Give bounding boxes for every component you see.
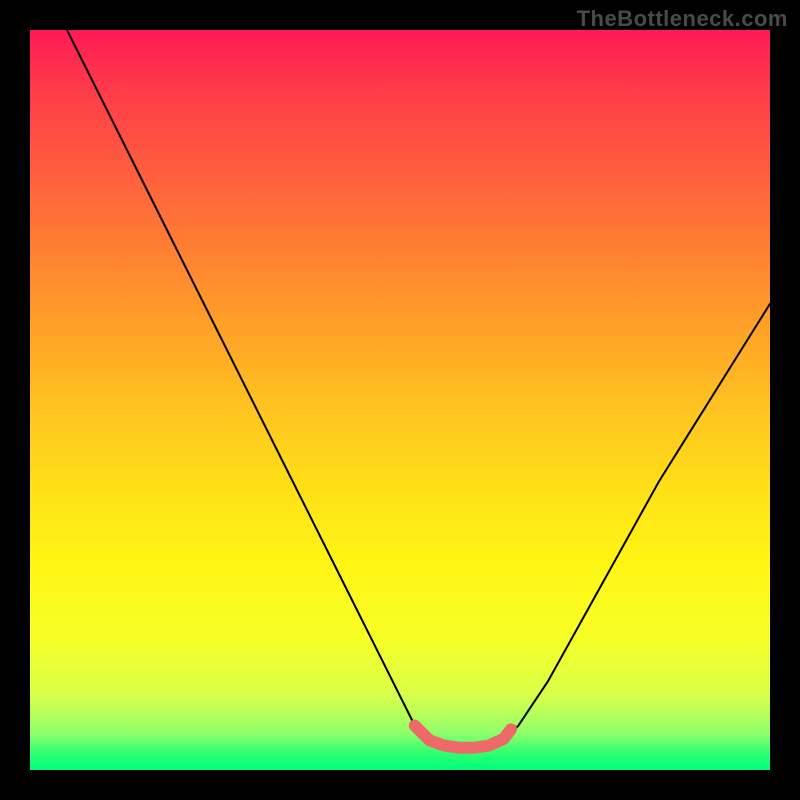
- watermark-text: TheBottleneck.com: [577, 6, 788, 32]
- chart-frame: TheBottleneck.com: [0, 0, 800, 800]
- plot-area: [30, 30, 770, 770]
- optimal-region-curve: [415, 726, 511, 748]
- curve-layer: [30, 30, 770, 770]
- bottleneck-curve: [67, 30, 770, 748]
